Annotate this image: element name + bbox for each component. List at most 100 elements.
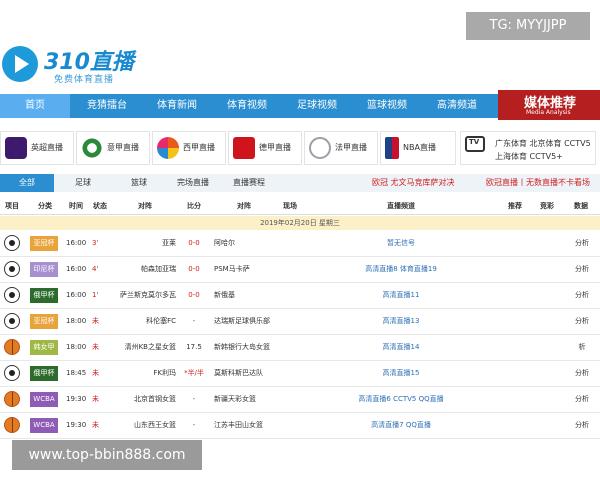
nav-item-football-video[interactable]: 足球视频 [282, 94, 352, 118]
col-home: 对阵 [138, 202, 152, 210]
tab-all[interactable]: 全部 [0, 174, 54, 192]
league-bundesliga[interactable]: 德甲直播 [228, 131, 302, 165]
nav-item-hd[interactable]: 高清频道 [422, 94, 492, 118]
col-live: 现场 [283, 202, 297, 210]
col-sport: 项目 [5, 202, 19, 210]
notice-link-1[interactable]: 欧冠 尤文马竞库萨对决 [372, 174, 455, 192]
table-row[interactable]: 俄甲杯 18:45 未 FK利玛 *半/半 莫斯科斯巴达队 高清直播15 分析 [0, 361, 600, 387]
league-tag[interactable]: 亚冠杯 [30, 236, 58, 251]
league-tag[interactable]: 俄甲杯 [30, 288, 58, 303]
col-data: 数据 [574, 202, 588, 210]
live-channels[interactable]: 高清直播8 体育直播19 [306, 257, 496, 282]
nav-item-quiz[interactable]: 竞猜擂台 [72, 94, 142, 118]
home-team: 山东西王女篮 [134, 421, 176, 429]
col-channels: 直播频道 [387, 202, 415, 210]
live-channels[interactable]: 高清直播7 QQ直播 [306, 413, 496, 438]
analysis-link[interactable]: 分析 [566, 309, 598, 334]
match-time: 18:00 [66, 343, 87, 351]
analysis-link[interactable]: 分析 [566, 387, 598, 412]
league-label: 德甲直播 [259, 143, 291, 152]
analysis-link[interactable]: 析 [566, 335, 598, 360]
nba-icon [385, 137, 399, 159]
ligue1-icon [309, 137, 331, 159]
league-laliga[interactable]: 西甲直播 [152, 131, 226, 165]
tab-football[interactable]: 足球 [56, 174, 110, 192]
analysis-link[interactable]: 分析 [566, 413, 598, 438]
tab-schedule[interactable]: 直播赛程 [220, 174, 278, 192]
live-channels[interactable]: 高清直播11 [306, 283, 496, 308]
away-team: 阿哈尔 [214, 239, 235, 247]
league-tag[interactable]: WCBA [30, 418, 58, 433]
home-team: 萨兰斯克莫尔多瓦 [120, 291, 176, 299]
home-team: 科伦塞FC [146, 317, 176, 325]
live-channels[interactable]: 高清直播14 [306, 335, 496, 360]
league-label: 法甲直播 [335, 143, 367, 152]
col-score: 比分 [187, 202, 201, 210]
table-row[interactable]: 韩女甲 18:00 未 清州KB之星女篮 17.5 新韩银行大岛女篮 高清直播14 析 [0, 335, 600, 361]
table-row[interactable]: WCBA 19:30 未 北京首钢女篮 - 新疆天彩女篮 高清直播6 CCTV5 QQ直播 分… [0, 387, 600, 413]
match-time: 19:30 [66, 395, 87, 403]
basketball-icon [4, 391, 20, 407]
live-channels[interactable]: 暂无信号 [306, 231, 496, 256]
live-channels[interactable]: 高清直播6 CCTV5 QQ直播 [306, 387, 496, 412]
play-logo-icon [2, 46, 38, 82]
site-logo[interactable]: 310直播 免费体育直播 [2, 44, 152, 88]
home-team: 亚莱 [162, 239, 176, 247]
league-premier[interactable]: 英超直播 [0, 131, 74, 165]
league-tag[interactable]: WCBA [30, 392, 58, 407]
table-row[interactable]: WCBA 19:30 未 山东西王女篮 - 江苏丰田山女篮 高清直播7 QQ直播 分析 [0, 413, 600, 439]
nav-item-home[interactable]: 首页 [0, 94, 70, 118]
table-row[interactable]: 俄甲杯 16:00 1' 萨兰斯克莫尔多瓦 0-0 新俄基 高清直播11 分析 [0, 283, 600, 309]
home-team: FK利玛 [153, 369, 176, 377]
notice-link-2[interactable]: 欧冠直播丨无数直播不卡看场 [486, 174, 590, 192]
league-seriea[interactable]: 意甲直播 [76, 131, 150, 165]
soccer-ball-icon [4, 235, 20, 251]
watermark-bottom: www.top-bbin888.com [12, 440, 202, 470]
media-recommend-badge[interactable]: 媒体推荐 Media Analysis [498, 90, 600, 120]
tv-icon-text: TV [469, 138, 480, 146]
league-ligue1[interactable]: 法甲直播 [304, 131, 378, 165]
tv-channels[interactable]: TV 广东体育 北京体育 CCTV5 上海体育 CCTV5+ [460, 131, 596, 165]
league-nba[interactable]: NBA直播 [380, 131, 456, 165]
match-score: - [192, 395, 196, 403]
league-tag[interactable]: 韩女甲 [30, 340, 58, 355]
league-tag[interactable]: 印尼杯 [30, 262, 58, 277]
basketball-icon [4, 339, 20, 355]
analysis-link[interactable]: 分析 [566, 361, 598, 386]
league-tag[interactable]: 俄甲杯 [30, 366, 58, 381]
tv-line-1: 广东体育 北京体育 CCTV5 [495, 139, 591, 148]
nav-item-video[interactable]: 体育视频 [212, 94, 282, 118]
table-row[interactable]: 亚冠杯 16:00 3' 亚莱 0-0 阿哈尔 暂无信号 分析 [0, 231, 600, 257]
match-status: 未 [92, 369, 99, 377]
analysis-link[interactable]: 分析 [566, 283, 598, 308]
nav-item-basketball-video[interactable]: 篮球视频 [352, 94, 422, 118]
badge-subtitle: Media Analysis [526, 109, 571, 116]
soccer-ball-icon [4, 287, 20, 303]
live-channels[interactable]: 高清直播13 [306, 309, 496, 334]
match-score: 0-0 [188, 291, 200, 299]
away-team: 江苏丰田山女篮 [214, 421, 263, 429]
table-row[interactable]: 印尼杯 16:00 4' 帕森加亚瑞 0-0 PSM马卡萨 高清直播8 体育直播19 分析 [0, 257, 600, 283]
live-channels[interactable]: 高清直播15 [306, 361, 496, 386]
analysis-link[interactable]: 分析 [566, 231, 598, 256]
away-team: 新俄基 [214, 291, 235, 299]
match-time: 16:00 [66, 265, 87, 273]
league-label: 意甲直播 [107, 143, 139, 152]
premier-league-icon [5, 137, 27, 159]
league-tag[interactable]: 亚冠杯 [30, 314, 58, 329]
match-score: 0-0 [188, 239, 200, 247]
bundesliga-icon [233, 137, 255, 159]
half-score: 17.5 [186, 343, 202, 351]
date-row: 2019年02月20日 星期三 [0, 216, 600, 230]
analysis-link[interactable]: 分析 [566, 257, 598, 282]
match-status: 未 [92, 395, 99, 403]
tab-basketball[interactable]: 篮球 [112, 174, 166, 192]
match-time: 18:45 [66, 369, 87, 377]
table-row[interactable]: 亚冠杯 18:00 未 科伦塞FC - 达瑞斯足球俱乐部 高清直播13 分析 [0, 309, 600, 335]
away-team: 达瑞斯足球俱乐部 [214, 317, 270, 325]
basketball-icon [4, 417, 20, 433]
league-bar: 英超直播 意甲直播 西甲直播 德甲直播 法甲直播 NBA直播 TV 广东体育 北… [0, 128, 600, 168]
nav-item-news[interactable]: 体育新闻 [142, 94, 212, 118]
tab-finished[interactable]: 完场直播 [166, 174, 220, 192]
away-team: 新疆天彩女篮 [214, 395, 256, 403]
